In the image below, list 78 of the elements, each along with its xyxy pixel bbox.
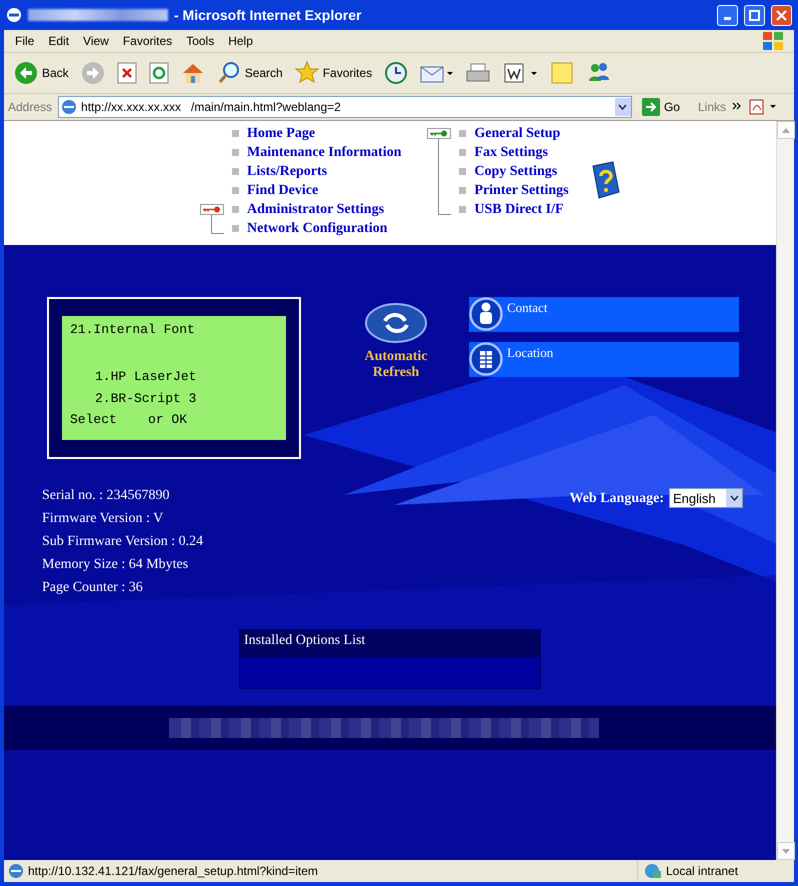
maximize-button[interactable]	[744, 4, 765, 26]
device-info-text: Firmware Version : V	[42, 511, 164, 528]
minimize-icon	[724, 16, 731, 20]
bracket-line	[211, 214, 224, 234]
lcd-text: Select or OK	[70, 412, 188, 430]
nav-link[interactable]: Find Device	[247, 182, 318, 198]
search-icon	[216, 61, 241, 85]
nav-link[interactable]: General Setup	[474, 126, 560, 142]
status-url: http://10.132.41.121/fax/general_setup.html?kind=item	[28, 864, 319, 878]
bullet-icon	[232, 130, 239, 137]
address-label: Address	[8, 100, 52, 114]
go-button[interactable]: Go	[638, 98, 684, 116]
lcd-text: 2.BR-Script 3	[94, 390, 198, 408]
device-info-text: Memory Size : 64 Mbytes	[42, 557, 190, 574]
star-icon	[294, 61, 319, 85]
window-title: - Microsoft Internet Explorer	[174, 7, 362, 23]
links-label[interactable]: Links	[698, 100, 726, 114]
note-icon	[550, 61, 574, 85]
document-edit-icon	[502, 62, 538, 84]
bullet-icon	[459, 206, 466, 213]
bullet-icon	[459, 130, 466, 137]
stop-icon	[116, 62, 137, 84]
globe-icon	[644, 863, 662, 879]
windows-logo-icon	[762, 31, 784, 51]
chevron-icon[interactable]	[732, 102, 742, 112]
menu-item[interactable]: Help	[221, 34, 260, 48]
menu-item[interactable]: Favorites	[116, 34, 180, 48]
device-info-text: Serial no. : 234567890	[42, 488, 171, 505]
minimize-button[interactable]	[717, 4, 738, 26]
printer-icon	[466, 62, 490, 84]
info-button[interactable]: Contact	[469, 297, 739, 332]
address-field[interactable]: http://xx.xxx.xx.xxx /main/main.html?weblang=2	[58, 96, 632, 118]
nav-link[interactable]: Maintenance Information	[247, 144, 402, 160]
toolbar-button[interactable]: Favorites	[290, 61, 376, 85]
bullet-icon	[232, 206, 239, 213]
bullet-icon	[459, 168, 466, 175]
lcd-text: 1.HP LaserJet	[94, 368, 198, 386]
person-icon	[469, 297, 503, 331]
menu-item[interactable]: Tools	[179, 34, 222, 48]
bullet-icon	[232, 187, 239, 194]
nav-link[interactable]: Lists/Reports	[247, 164, 328, 180]
building-icon	[469, 342, 503, 376]
down-arrow-icon	[782, 848, 790, 854]
bullet-icon	[232, 168, 239, 175]
home-icon	[180, 62, 205, 84]
nav-link[interactable]: Administrator Settings	[247, 202, 384, 218]
bullet-icon	[459, 149, 466, 156]
nav-link[interactable]: Fax Settings	[474, 144, 548, 160]
close-icon	[776, 10, 787, 20]
pdf-icon[interactable]	[748, 98, 778, 116]
bullet-icon	[232, 149, 239, 156]
maximize-icon	[749, 10, 760, 20]
menu-item[interactable]: Edit	[41, 34, 76, 48]
toolbar-button[interactable]: Back	[10, 61, 73, 85]
language-label: Web Language:	[569, 490, 664, 507]
nav-link[interactable]: Copy Settings	[474, 164, 558, 180]
bullet-icon	[232, 225, 239, 232]
info-button[interactable]: Location	[469, 342, 739, 377]
up-arrow-icon	[782, 128, 790, 132]
toolbar-button[interactable]: Search	[212, 61, 287, 85]
language-select[interactable]: English	[669, 488, 743, 508]
nav-link[interactable]: Printer Settings	[474, 182, 569, 198]
menu-item[interactable]: File	[8, 34, 42, 48]
history-icon	[384, 61, 408, 85]
menu-item[interactable]: View	[76, 34, 116, 48]
nav-link[interactable]: USB Direct I/F	[474, 202, 564, 218]
close-button[interactable]	[771, 4, 792, 26]
nav-link[interactable]: Network Configuration	[247, 220, 388, 236]
refresh-icon	[148, 62, 169, 84]
zone-label: Local intranet	[666, 864, 738, 878]
lcd-text: 21.Internal Font	[70, 322, 196, 339]
device-info-text: Sub Firmware Version : 0.24	[42, 534, 204, 551]
bullet-icon	[459, 187, 466, 194]
refresh-icon[interactable]	[365, 303, 427, 343]
nav-link[interactable]: Home Page	[247, 126, 316, 142]
refresh-label[interactable]: Automatic Refresh	[356, 349, 436, 381]
options-title: Installed Options List	[240, 630, 540, 657]
device-info-text: Page Counter : 36	[42, 580, 144, 597]
